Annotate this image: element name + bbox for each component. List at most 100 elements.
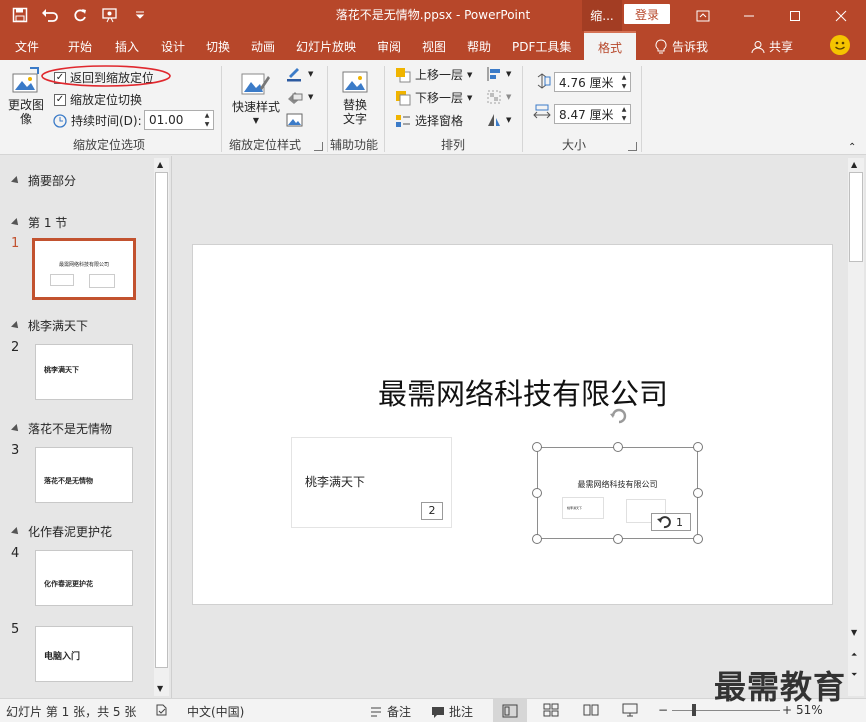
smiley-feedback-icon[interactable] (830, 35, 850, 55)
group-objects-button[interactable]: ▼ (486, 89, 511, 105)
section-3[interactable]: 落花不是无情物 (11, 420, 113, 437)
resize-handle[interactable] (532, 442, 542, 452)
login-button[interactable]: 登录 (624, 4, 670, 24)
language[interactable]: 中文(中国) (187, 703, 244, 720)
redo-icon[interactable] (68, 4, 92, 26)
rotate-button[interactable]: ▼ (486, 112, 511, 128)
group-separator (327, 66, 328, 152)
scroll-up-icon[interactable]: ▲ (851, 160, 857, 169)
quick-styles-button[interactable]: 快速样式 ▼ (230, 68, 282, 128)
tab-insert[interactable]: 插入 (115, 38, 139, 55)
close-icon[interactable] (818, 0, 864, 31)
resize-handle[interactable] (613, 442, 623, 452)
tab-design[interactable]: 设计 (161, 38, 185, 55)
canvas-scroll-thumb[interactable] (849, 172, 863, 262)
scroll-down-icon[interactable]: ▼ (851, 628, 857, 637)
comments-button[interactable]: 批注 (431, 703, 473, 720)
tab-review[interactable]: 审阅 (377, 38, 401, 55)
spin-arrows-icon[interactable]: ▲ ▼ (618, 105, 630, 123)
slide-thumbnail-4[interactable]: 化作春泥更护花 (35, 550, 133, 606)
minimize-icon[interactable] (726, 0, 772, 31)
collapse-triangle-icon[interactable] (11, 320, 21, 331)
section-summary[interactable]: 摘要部分 (11, 172, 76, 189)
spin-arrows-icon[interactable]: ▲ ▼ (201, 111, 213, 129)
dialog-launcher-icon[interactable] (628, 142, 637, 151)
next-slide-icon[interactable]: ⏷ (851, 670, 857, 680)
tell-me[interactable]: 告诉我 (654, 38, 708, 55)
spin-arrows-icon[interactable]: ▲ ▼ (618, 73, 630, 91)
context-tab-zoom[interactable]: 缩... (582, 0, 622, 31)
picture-icon (286, 113, 303, 127)
slide-sorter-view-icon[interactable] (543, 703, 559, 717)
zoom-slider-thumb[interactable] (692, 704, 696, 716)
section-1[interactable]: 第 1 节 (11, 214, 67, 231)
zoom-slider[interactable] (672, 710, 780, 711)
selected-summary-zoom[interactable]: 最需网络科技有限公司 桃李满天下 1 (537, 447, 698, 539)
current-slide[interactable] (192, 244, 833, 605)
zoom-transition-checkbox[interactable]: ✓ 缩放定位切换 (54, 91, 142, 108)
scroll-down-icon[interactable]: ▼ (157, 684, 163, 693)
spell-check-icon[interactable] (155, 703, 169, 717)
alt-text-button[interactable]: 替换 文字 (335, 68, 375, 126)
width-input[interactable]: 8.47 厘米 ▲ ▼ (554, 104, 631, 124)
resize-handle[interactable] (613, 534, 623, 544)
resize-handle[interactable] (693, 534, 703, 544)
group-label-accessibility: 辅助功能 (330, 138, 379, 152)
section-label: 落花不是无情物 (28, 422, 113, 436)
customize-qat-icon[interactable] (128, 4, 152, 26)
resize-handle[interactable] (532, 534, 542, 544)
notes-button[interactable]: 备注 (369, 703, 411, 720)
duration-input[interactable]: 01.00 ▲ ▼ (144, 110, 214, 130)
collapse-triangle-icon[interactable] (11, 526, 21, 537)
slide-thumbnail-1[interactable]: 最需网络科技有限公司 (32, 238, 136, 300)
resize-handle[interactable] (693, 442, 703, 452)
tab-pdf-tools[interactable]: PDF工具集 (512, 38, 571, 55)
resize-handle[interactable] (693, 488, 703, 498)
collapse-triangle-icon[interactable] (11, 175, 21, 186)
collapse-triangle-icon[interactable] (11, 423, 21, 434)
rotate-handle-icon[interactable] (607, 404, 631, 428)
zoom-border-button[interactable]: ▼ (286, 66, 313, 82)
tab-slideshow[interactable]: 幻灯片放映 (296, 38, 356, 55)
selection-pane-button[interactable]: 选择窗格 (395, 112, 463, 129)
bring-forward-button[interactable]: 上移一层 ▼ (395, 66, 472, 83)
resize-handle[interactable] (532, 488, 542, 498)
thumbnail-scroll-thumb[interactable] (155, 172, 168, 668)
tab-help[interactable]: 帮助 (467, 38, 491, 55)
height-input[interactable]: 4.76 厘米 ▲ ▼ (554, 72, 631, 92)
align-icon (487, 67, 500, 81)
zoom-out-icon[interactable]: − (658, 703, 668, 717)
tab-transitions[interactable]: 切换 (206, 38, 230, 55)
dialog-launcher-icon[interactable] (314, 142, 323, 151)
normal-view-button[interactable] (493, 699, 527, 722)
tab-animations[interactable]: 动画 (251, 38, 275, 55)
slide-thumbnail-5[interactable]: 电脑入门 (35, 626, 133, 682)
start-slideshow-icon[interactable] (98, 4, 122, 26)
section-4[interactable]: 化作春泥更护花 (11, 523, 112, 540)
tab-file[interactable]: 文件 (15, 38, 39, 55)
previous-slide-icon[interactable]: ⏶ (851, 650, 857, 660)
zoom-effects-button[interactable]: ▼ (286, 89, 313, 105)
slide-thumbnail-3[interactable]: 落花不是无情物 (35, 447, 133, 503)
undo-icon[interactable] (38, 4, 62, 26)
shape-effects-icon (288, 92, 303, 104)
collapse-ribbon-icon[interactable]: ⌃ (848, 142, 856, 153)
align-button[interactable]: ▼ (486, 66, 511, 82)
slideshow-view-icon[interactable] (622, 703, 638, 717)
slide-thumbnail-2[interactable]: 桃李满天下 (35, 344, 133, 400)
save-icon[interactable] (8, 4, 32, 26)
maximize-icon[interactable] (772, 0, 818, 31)
section-2[interactable]: 桃李满天下 (11, 317, 88, 334)
zoom-background-button[interactable] (286, 112, 304, 128)
section-zoom-card-2[interactable]: 桃李满天下 2 (291, 437, 452, 528)
tab-view[interactable]: 视图 (422, 38, 446, 55)
duration-label: 持续时间(D): (71, 114, 142, 128)
scroll-up-icon[interactable]: ▲ (157, 160, 163, 169)
tab-home[interactable]: 开始 (68, 38, 92, 55)
share-button[interactable]: 共享 (751, 38, 793, 55)
send-backward-button[interactable]: 下移一层 ▼ (395, 89, 472, 106)
reading-view-icon[interactable] (583, 703, 599, 717)
collapse-triangle-icon[interactable] (11, 217, 21, 228)
tab-format[interactable]: 格式 (584, 31, 637, 60)
ribbon-display-options-icon[interactable] (680, 0, 726, 31)
